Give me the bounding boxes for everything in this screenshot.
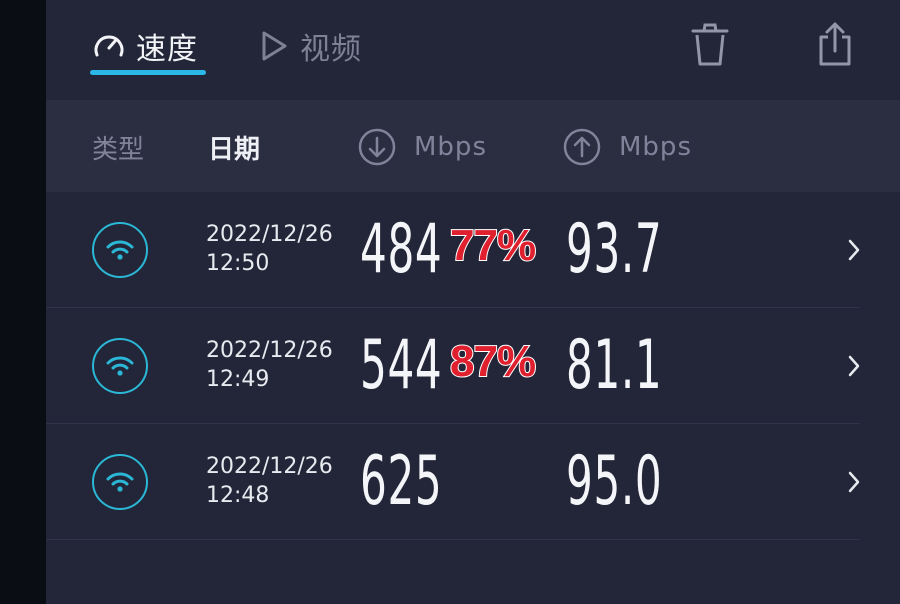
wifi-icon [92, 222, 148, 278]
ratio-annotation: 77% [449, 221, 537, 271]
chevron-right-icon[interactable] [844, 236, 864, 264]
tab-speed-label: 速度 [136, 32, 198, 67]
wifi-icon [92, 338, 148, 394]
column-header-upload[interactable]: Mbps [563, 128, 692, 166]
tab-video[interactable]: 视频 [254, 22, 362, 70]
result-row[interactable]: 2022/12/26 12:48 625 95.0 [46, 424, 900, 540]
column-header-row: 类型 日期 Mbps Mbps [46, 100, 900, 192]
left-edge-strip [0, 0, 46, 604]
tab-video-label: 视频 [300, 32, 362, 67]
speed-test-history-screen: 速度 视频 类型 日期 Mbps Mbps 2022/12/26 12:50 4… [46, 0, 900, 604]
chevron-right-icon[interactable] [844, 352, 864, 380]
play-icon [254, 27, 292, 65]
column-header-type[interactable]: 类型 [92, 130, 144, 165]
active-tab-indicator [90, 70, 206, 75]
chevron-right-icon[interactable] [844, 468, 864, 496]
column-header-download[interactable]: Mbps [358, 128, 487, 166]
upload-arrow-icon [563, 128, 601, 166]
download-unit-label: Mbps [414, 132, 487, 162]
tab-speed[interactable]: 速度 [90, 22, 198, 70]
share-icon[interactable] [811, 20, 859, 68]
top-tab-bar: 速度 视频 [46, 0, 900, 100]
test-datetime: 2022/12/26 12:50 [206, 220, 333, 278]
test-date: 2022/12/26 [206, 222, 333, 247]
row-divider [46, 539, 860, 540]
download-speed: 484 [360, 210, 443, 289]
trash-icon[interactable] [686, 20, 734, 68]
wifi-icon [92, 454, 148, 510]
test-date: 2022/12/26 [206, 338, 333, 363]
speedometer-icon [90, 27, 128, 65]
upload-speed: 93.7 [566, 210, 663, 289]
upload-speed: 95.0 [566, 442, 663, 521]
download-speed: 544 [360, 326, 443, 405]
upload-unit-label: Mbps [619, 132, 692, 162]
test-time: 12:50 [206, 251, 270, 276]
test-date: 2022/12/26 [206, 454, 333, 479]
ratio-annotation: 87% [449, 337, 537, 387]
download-speed: 625 [360, 442, 443, 521]
test-datetime: 2022/12/26 12:48 [206, 452, 333, 510]
test-datetime: 2022/12/26 12:49 [206, 336, 333, 394]
download-arrow-icon [358, 128, 396, 166]
test-time: 12:48 [206, 483, 270, 508]
test-time: 12:49 [206, 367, 270, 392]
result-row[interactable]: 2022/12/26 12:49 544 87% 81.1 [46, 308, 900, 424]
column-header-date[interactable]: 日期 [208, 130, 260, 165]
result-row[interactable]: 2022/12/26 12:50 484 77% 93.7 [46, 192, 900, 308]
upload-speed: 81.1 [566, 326, 663, 405]
